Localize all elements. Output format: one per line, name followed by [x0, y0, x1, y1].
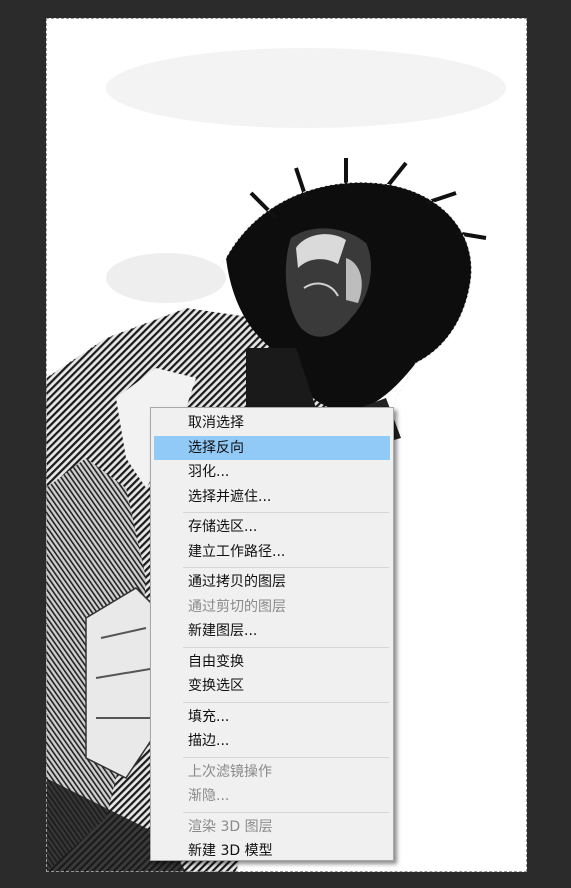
context-menu: 取消选择 选择反向 羽化... 选择并遮住... 存储选区... 建立工作路径... 通过拷…: [150, 407, 394, 861]
menu-item[interactable]: 选择并遮住...: [154, 485, 390, 510]
menu-separator: [183, 701, 389, 703]
menu-item[interactable]: 存储选区...: [154, 515, 390, 540]
menu-separator: [183, 756, 389, 758]
menu-separator: [183, 811, 389, 813]
menu-separator: [183, 512, 389, 513]
menu-item[interactable]: 新建 3D 模型: [154, 839, 390, 864]
menu-item[interactable]: 取消选择: [154, 411, 390, 436]
menu-item[interactable]: 羽化...: [154, 460, 390, 485]
menu-item: 上次滤镜操作: [188, 763, 272, 780]
menu-item: 通过剪切的图层: [188, 598, 286, 615]
menu-item[interactable]: 新建图层...: [154, 619, 390, 644]
menu-item[interactable]: 自由变换: [154, 650, 390, 675]
menu-item[interactable]: 填充...: [154, 705, 390, 730]
menu-item[interactable]: 建立工作路径...: [154, 540, 390, 565]
menu-item[interactable]: 选择反向: [154, 435, 390, 460]
menu-item[interactable]: 通过拷贝的图层: [154, 570, 390, 595]
menu-item[interactable]: 描边...: [154, 729, 390, 754]
menu-item[interactable]: 变换选区: [154, 674, 390, 699]
menu-separator: [183, 567, 389, 568]
menu-item: 渲染 3D 图层: [188, 818, 273, 835]
menu-separator: [183, 646, 389, 648]
menu-item: 渐隐...: [188, 788, 230, 804]
